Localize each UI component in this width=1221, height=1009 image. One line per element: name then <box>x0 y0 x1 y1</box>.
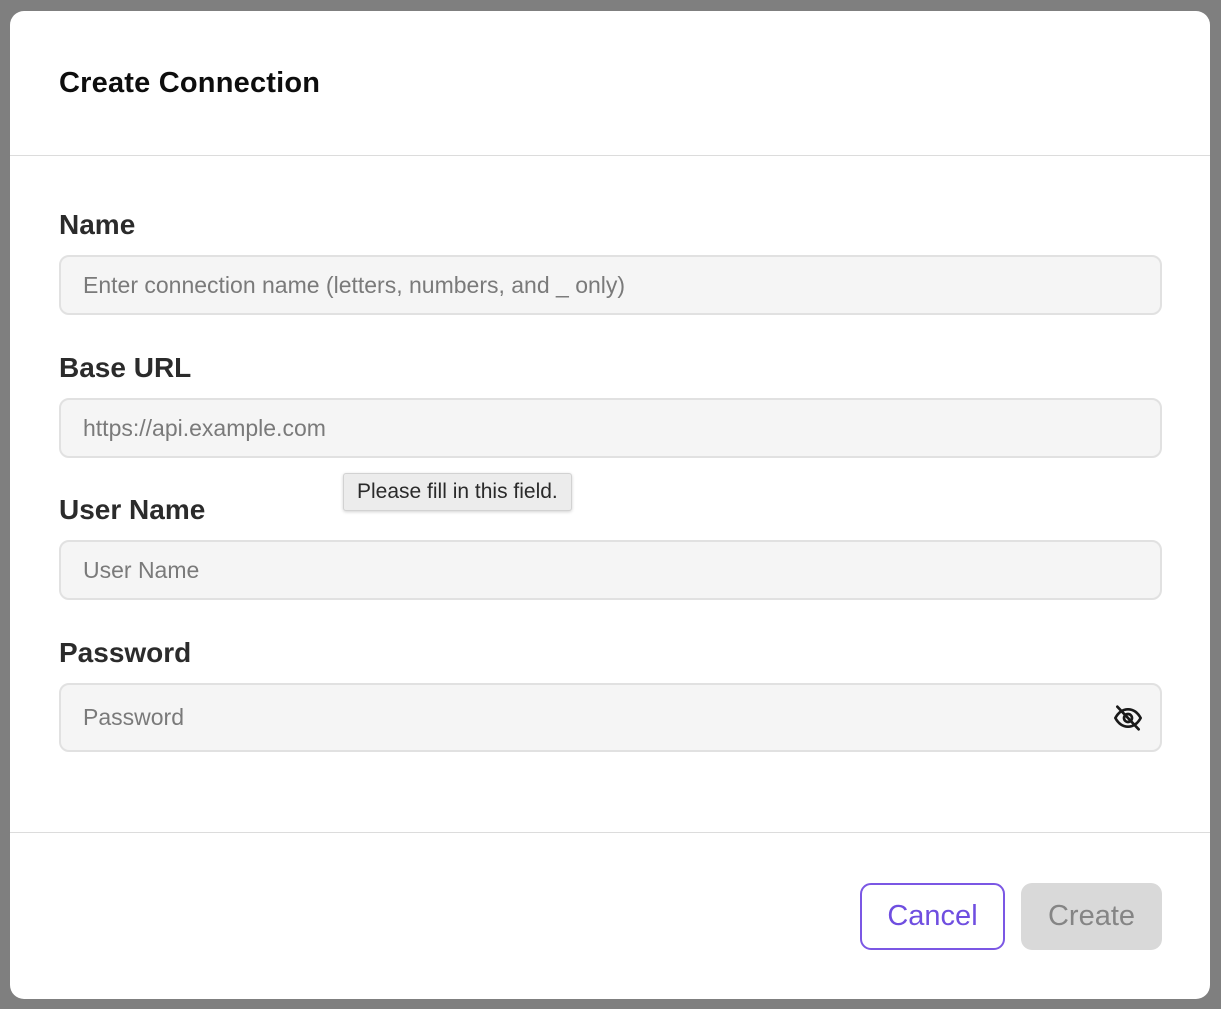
header-divider <box>10 155 1210 156</box>
dialog-title: Create Connection <box>59 67 321 99</box>
name-input[interactable] <box>59 255 1162 315</box>
user-name-input[interactable] <box>59 540 1162 600</box>
name-label: Name <box>59 209 136 240</box>
footer-divider <box>10 832 1210 833</box>
password-input[interactable] <box>59 683 1162 752</box>
create-connection-dialog: Create Connection Name Base URL User Nam… <box>10 11 1210 999</box>
eye-off-icon[interactable] <box>1112 702 1144 734</box>
cancel-button[interactable]: Cancel <box>860 883 1005 950</box>
base-url-label: Base URL <box>59 352 192 383</box>
password-label: Password <box>59 637 192 668</box>
validation-tooltip: Please fill in this field. <box>343 473 572 511</box>
user-name-label: User Name <box>59 494 206 525</box>
create-button[interactable]: Create <box>1021 883 1162 950</box>
base-url-input[interactable] <box>59 398 1162 458</box>
